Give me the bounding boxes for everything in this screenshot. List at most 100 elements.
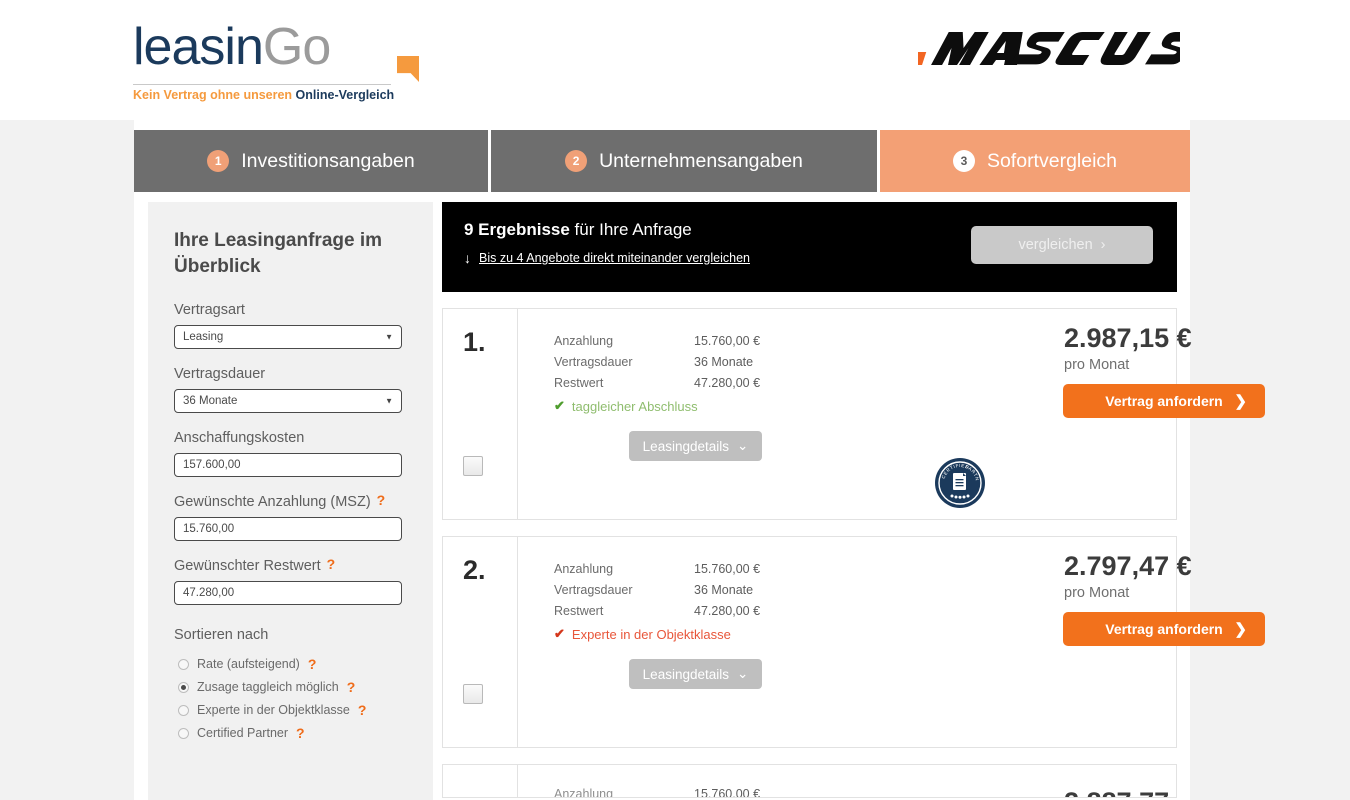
- chevron-down-icon: ▼: [385, 396, 393, 406]
- logo-tagline: Kein Vertrag ohne unseren Online-Verglei…: [133, 88, 394, 102]
- sort-section-title: Sortieren nach: [174, 627, 269, 643]
- chevron-down-icon: ▼: [385, 332, 393, 342]
- card-price: 2.797,47 €: [1064, 551, 1192, 581]
- radio-label-rate: Rate (aufsteigend): [197, 657, 300, 671]
- spec-label-restwert: Restwert: [554, 376, 604, 390]
- card-badge-label: Experte in der Objektklasse: [571, 626, 731, 642]
- label-anzahlung-text: Gewünschte Anzahlung (MSZ): [174, 494, 371, 510]
- leasingdetails-button[interactable]: Leasingdetails ⌄: [629, 659, 762, 689]
- compare-button[interactable]: vergleichen ›: [971, 226, 1153, 264]
- card-price-column: 2.887,77 €: [918, 765, 1176, 797]
- step-number-1: 1: [207, 150, 230, 172]
- spec-value-restwert: 47.280,00 €: [694, 376, 761, 390]
- step-tab-unternehmensangaben[interactable]: 2 Unternehmensangaben: [491, 130, 877, 192]
- spec-label-restwert: Restwert: [554, 604, 604, 618]
- mascus-logo[interactable]: [918, 22, 1180, 68]
- radio-icon-selected[interactable]: [178, 681, 189, 693]
- check-icon: ✔: [554, 398, 565, 413]
- spec-value-vertragsdauer: 36 Monate: [694, 583, 754, 597]
- input-anschaffungskosten[interactable]: 157.600,00: [174, 453, 402, 477]
- spec-row: Restwert 47.280,00 €: [554, 601, 918, 622]
- spec-row: Vertragsdauer 36 Monate: [554, 352, 918, 373]
- logo-text-o: o: [302, 18, 331, 76]
- card-compare-checkbox[interactable]: [463, 456, 483, 476]
- logo-flag-icon: [397, 56, 419, 82]
- request-contract-label: Vertrag anfordern: [1105, 393, 1223, 409]
- radio-option-certified[interactable]: Certified Partner ?: [174, 726, 407, 740]
- card-badge-label: taggleicher Abschluss: [571, 398, 698, 414]
- card-price: 2.987,15 €: [1064, 323, 1192, 353]
- spec-value-anzahlung: 15.760,00 €: [694, 562, 761, 576]
- card-rank-column: [443, 765, 518, 797]
- radio-icon[interactable]: [178, 658, 189, 670]
- label-vertragsart-text: Vertragsart: [174, 302, 245, 318]
- help-icon[interactable]: ?: [296, 726, 305, 740]
- help-icon[interactable]: ?: [308, 657, 317, 671]
- card-badge: ✔ Experte in der Objektklasse: [554, 626, 918, 642]
- radio-option-rate[interactable]: Rate (aufsteigend) ?: [174, 657, 407, 671]
- card-compare-checkbox[interactable]: [463, 684, 483, 704]
- logo-divider: [133, 84, 391, 85]
- leasingo-logo[interactable]: leasinGo Kein Vertrag ohne unseren Onlin…: [133, 18, 419, 102]
- step-tab-investitionsangaben[interactable]: 1 Investitionsangaben: [134, 130, 488, 192]
- leasingdetails-label: Leasingdetails: [642, 438, 729, 454]
- card-price-column: 2.797,47 € pro Monat Vertrag anfordern ❯: [918, 537, 1265, 747]
- chevron-down-icon: ⌄: [737, 666, 749, 681]
- select-vertragsdauer[interactable]: 36 Monate ▼: [174, 389, 402, 413]
- spec-label-vertragsdauer: Vertragsdauer: [554, 583, 633, 597]
- spec-value-vertragsdauer: 36 Monate: [694, 355, 754, 369]
- chevron-down-icon: ⌄: [737, 438, 749, 453]
- logo-wordmark: leasinGo: [133, 18, 331, 76]
- radio-icon[interactable]: [178, 704, 189, 716]
- request-contract-button[interactable]: Vertrag anfordern ❯: [1063, 384, 1265, 418]
- help-icon[interactable]: ?: [347, 680, 356, 694]
- step-label-1: Investitionsangaben: [241, 149, 415, 172]
- spec-label-anzahlung: Anzahlung: [554, 334, 614, 348]
- label-vertragsdauer-text: Vertragsdauer: [174, 366, 266, 382]
- spec-label-anzahlung: Anzahlung: [554, 787, 614, 798]
- sidebar-title: Ihre Leasinganfrage im Überblick: [174, 230, 383, 277]
- card-price-period: pro Monat: [1064, 357, 1130, 373]
- radio-icon[interactable]: [178, 727, 189, 739]
- help-icon[interactable]: ?: [358, 703, 367, 717]
- request-contract-label: Vertrag anfordern: [1105, 621, 1223, 637]
- spec-row: Restwert 47.280,00 €: [554, 373, 918, 394]
- input-anzahlung[interactable]: 15.760,00: [174, 517, 402, 541]
- help-icon[interactable]: ?: [327, 557, 336, 571]
- card-price-column: 2.987,15 € pro Monat Vertrag anfordern ❯: [918, 309, 1265, 519]
- input-restwert-value: 47.280,00: [183, 587, 235, 599]
- logo-tagline-bold: Online-Vergleich: [295, 88, 395, 102]
- result-card-partial[interactable]: Anzahlung 15.760,00 € 2.887,77 €: [442, 764, 1177, 798]
- card-price-period: pro Monat: [1064, 585, 1130, 601]
- compare-hint-link[interactable]: Bis zu 4 Angebote direkt miteinander ver…: [479, 251, 750, 265]
- card-specs-column: Anzahlung 15.760,00 € Vertragsdauer 36 M…: [518, 537, 918, 747]
- request-contract-button[interactable]: Vertrag anfordern ❯: [1063, 612, 1265, 646]
- help-icon[interactable]: ?: [377, 493, 386, 507]
- content-shell: 1 Investitionsangaben 2 Unternehmensanga…: [134, 120, 1265, 800]
- select-vertragsart[interactable]: Leasing ▼: [174, 325, 402, 349]
- certified-partner-badge-icon: CERTIFIED PARTNER: [934, 457, 985, 508]
- card-rank-column: 1.: [443, 309, 518, 519]
- logo-tagline-prefix: Kein Vertrag ohne unseren: [133, 88, 296, 102]
- radio-option-zusage[interactable]: Zusage taggleich möglich ?: [174, 680, 407, 694]
- spec-row: Anzahlung 15.760,00 €: [554, 331, 918, 352]
- result-card[interactable]: 1. Anzahlung 15.760,00 € Vertragsdauer 3…: [442, 308, 1265, 520]
- card-specs-column: Anzahlung 15.760,00 € Vertragsdauer 36 M…: [518, 309, 918, 519]
- step-number-2: 2: [565, 150, 588, 172]
- card-specs-column: Anzahlung 15.760,00 €: [518, 765, 918, 797]
- card-rank-number: 1.: [463, 327, 486, 357]
- label-vertragsdauer: Vertragsdauer: [174, 366, 407, 382]
- result-card[interactable]: 2. Anzahlung 15.760,00 € Vertragsdauer 3…: [442, 536, 1265, 748]
- leasingdetails-button[interactable]: Leasingdetails ⌄: [629, 431, 762, 461]
- logo-text-g: G: [262, 18, 303, 76]
- leasingdetails-label: Leasingdetails: [642, 666, 729, 682]
- check-icon: ✔: [554, 626, 565, 641]
- results-panel: 9 Ergebnisse für Ihre Anfrage ↓ Bis zu 4…: [442, 202, 1265, 798]
- input-restwert[interactable]: 47.280,00: [174, 581, 402, 605]
- spec-row: Vertragsdauer 36 Monate: [554, 580, 918, 601]
- step-tab-sofortvergleich[interactable]: 3 Sofortvergleich: [880, 130, 1190, 192]
- radio-option-experte[interactable]: Experte in der Objektklasse ?: [174, 703, 407, 717]
- spec-row: Anzahlung 15.760,00 €: [554, 559, 918, 580]
- page-header: leasinGo Kein Vertrag ohne unseren Onlin…: [0, 0, 1350, 120]
- label-restwert-text: Gewünschter Restwert: [174, 558, 321, 574]
